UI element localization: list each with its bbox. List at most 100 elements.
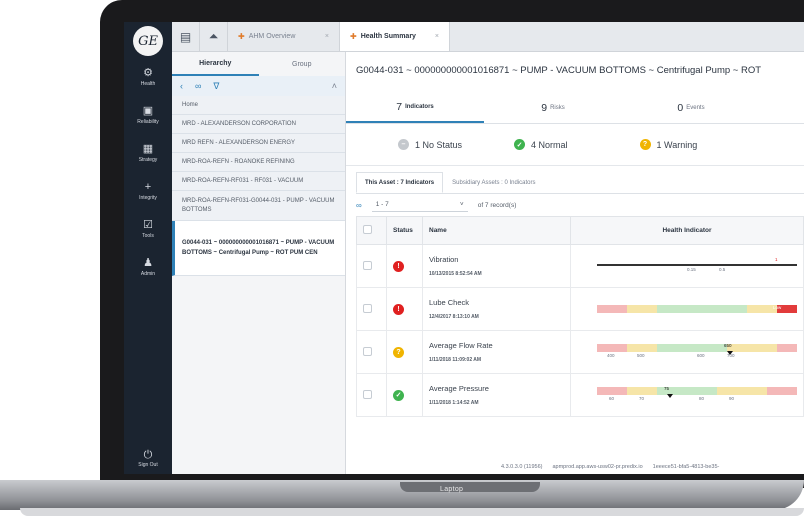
select-all-checkbox[interactable]	[363, 225, 372, 234]
alert-icon: !	[393, 260, 404, 272]
laptop-notch	[400, 482, 540, 492]
check-icon: ✓	[514, 139, 526, 150]
nav-item-label: Integrity	[139, 195, 157, 201]
status-cell: ✓	[386, 373, 423, 417]
page-title: G0044-031 ~ 000000000001016871 ~ PUMP - …	[356, 65, 762, 76]
table-row[interactable]: ! Lube Check 12/4/2017 8:13:10 AM Low	[356, 287, 804, 331]
sign-out-button[interactable]: ⏻ Sign Out	[124, 449, 172, 468]
hierarchy-panel: Hierarchy Group ‹ ∞ ∇ ˄ Home MRD - ALEXA…	[172, 52, 346, 474]
health-indicator-cell: 650 400 500 600 700	[570, 330, 804, 374]
nav-item-strategy[interactable]: ▦ Strategy	[124, 142, 172, 180]
hierarchy-item[interactable]: Home	[172, 96, 345, 115]
hierarchy-item-selected[interactable]: G0044-031 ~ 000000000001016871 ~ PUMP - …	[172, 221, 345, 276]
tab-events[interactable]: 0 Events	[622, 92, 760, 123]
column-header-name[interactable]: Name	[422, 216, 571, 245]
hierarchy-item[interactable]: MRD REFN - ALEXANDERSON ENERGY	[172, 134, 345, 153]
tick-labels: 60 70 80 90	[597, 395, 797, 403]
column-header-health-indicator[interactable]: Health Indicator	[570, 216, 804, 245]
nav-item-label: Health	[140, 81, 156, 87]
select-all-cell	[356, 216, 387, 245]
admin-icon: ♟	[143, 257, 153, 269]
status-label: 4 Normal	[531, 139, 568, 150]
tab-group[interactable]: Group	[259, 52, 346, 76]
hierarchy-item[interactable]: MRD-ROA-REFN - ROANOKE REFINING	[172, 153, 345, 172]
health-indicator-cell: 75 60 70 80 90	[570, 373, 804, 417]
tick-labels: 400 500 600 700	[597, 352, 797, 360]
tab-label: Health Summary	[360, 33, 416, 40]
row-checkbox[interactable]	[363, 346, 372, 356]
close-icon[interactable]: ×	[435, 33, 439, 40]
tab-hierarchy[interactable]: Hierarchy	[172, 52, 259, 76]
hierarchy-item[interactable]: MRD - ALEXANDERSON CORPORATION	[172, 115, 345, 134]
tab-indicators[interactable]: 7 Indicators	[346, 92, 484, 123]
page-range-value: 1 - 7	[375, 201, 389, 208]
nav-item-admin[interactable]: ♟ Admin	[124, 256, 172, 294]
binoculars-icon[interactable]: ∞	[356, 201, 362, 210]
chevron-up-icon[interactable]: ˄	[332, 81, 337, 91]
hierarchy-item[interactable]: MRD-ROA-REFN-RF031-G0044-031 - PUMP - VA…	[172, 191, 345, 221]
indicator-date: 10/13/2015 8:52:54 AM	[429, 271, 482, 277]
table-header-row: Status Name Health Indicator	[356, 216, 804, 245]
row-select-cell	[356, 244, 387, 288]
status-cell: ?	[386, 330, 423, 374]
status-no-status[interactable]: – 1 No Status	[398, 139, 462, 150]
hierarchy-toolbar: ‹ ∞ ∇ ˄	[172, 76, 345, 96]
tab-ahm-overview[interactable]: ✚ AHM Overview ×	[228, 22, 340, 51]
indicator-name: Average Pressure	[429, 384, 489, 393]
name-cell: Vibration 10/13/2015 8:52:54 AM	[422, 244, 571, 288]
tenant-text: 1eeece51-bfa5-4813-be35-	[652, 464, 720, 470]
record-count: of 7 record(s)	[477, 201, 517, 209]
strategy-icon: ▦	[142, 143, 154, 155]
indicator-name: Lube Check	[429, 298, 470, 307]
row-checkbox[interactable]	[363, 389, 372, 399]
column-header-status[interactable]: Status	[386, 216, 423, 245]
nav-item-integrity[interactable]: + Integrity	[124, 180, 172, 218]
tab-risks[interactable]: 9 Risks	[484, 92, 622, 123]
binoculars-icon[interactable]: ∞	[195, 81, 201, 91]
back-icon[interactable]: ‹	[180, 81, 183, 91]
hierarchy-icon[interactable]: ⏶	[200, 22, 228, 51]
indicator-date: 1/11/2018 11:09:02 AM	[429, 357, 482, 363]
dashboard-icon[interactable]: ▤	[172, 22, 200, 51]
page-range-select[interactable]: 1 - 7 ˅	[371, 198, 468, 212]
warning-icon: ?	[639, 139, 651, 150]
nav-item-tools[interactable]: ☑ Tools	[124, 218, 172, 256]
nav-item-label: Admin	[140, 271, 156, 277]
row-checkbox[interactable]	[363, 303, 372, 313]
no-status-icon: –	[398, 139, 409, 150]
tab-bar: ▤ ⏶ ✚ AHM Overview × ✚ Health Summary ×	[172, 22, 804, 52]
sign-out-label: Sign Out	[138, 462, 158, 468]
tick-label: 0.5	[719, 267, 726, 272]
status-warning[interactable]: ? 1 Warning	[639, 139, 697, 150]
nav-item-reliability[interactable]: ▣ Reliability	[124, 104, 172, 142]
nav-item-health[interactable]: ⚙ Health	[124, 66, 172, 104]
ge-logo: GE	[133, 26, 163, 56]
tab-health-summary[interactable]: ✚ Health Summary ×	[340, 22, 450, 51]
nav-item-label: Tools	[142, 233, 154, 239]
row-select-cell	[356, 330, 387, 374]
filter-icon[interactable]: ∇	[213, 81, 219, 92]
screen: GE ⚙ Health ▣ Reliability ▦ Strategy + I…	[124, 22, 804, 474]
status-normal[interactable]: ✓ 4 Normal	[514, 139, 568, 150]
name-cell: Lube Check 12/4/2017 8:13:10 AM	[422, 287, 571, 331]
health-indicator-cell: 0.15 0.5 1	[570, 244, 804, 288]
integrity-icon: +	[144, 181, 152, 193]
pager: ∞ 1 - 7 ˅ of 7 record(s)	[346, 194, 804, 216]
count-value: 9	[541, 101, 548, 114]
tab-this-asset[interactable]: This Asset : 7 Indicators	[356, 172, 444, 193]
host-text: apmprod.app.aws-usw02-pr.predix.io	[552, 464, 643, 470]
health-tab-icon: ✚	[350, 32, 357, 41]
row-select-cell	[356, 287, 387, 331]
health-indicator-bar	[597, 305, 797, 313]
row-checkbox[interactable]	[363, 260, 372, 270]
hierarchy-item[interactable]: MRD-ROA-REFN-RF031 - RF031 - VACUUM	[172, 172, 345, 191]
status-cell: !	[386, 287, 423, 331]
tab-subsidiary-assets[interactable]: Subsidiary Assets : 0 Indicators	[443, 172, 544, 193]
tick-label: 500	[637, 353, 645, 358]
left-nav: GE ⚙ Health ▣ Reliability ▦ Strategy + I…	[124, 22, 172, 474]
close-icon[interactable]: ×	[325, 33, 329, 40]
table-row[interactable]: ! Vibration 10/13/2015 8:52:54 AM 0.15 0…	[356, 244, 804, 288]
health-indicator-bar	[597, 387, 797, 395]
table-row[interactable]: ? Average Flow Rate 1/11/2018 11:09:02 A…	[356, 330, 804, 374]
table-row[interactable]: ✓ Average Pressure 1/11/2018 1:14:52 AM	[356, 373, 804, 417]
